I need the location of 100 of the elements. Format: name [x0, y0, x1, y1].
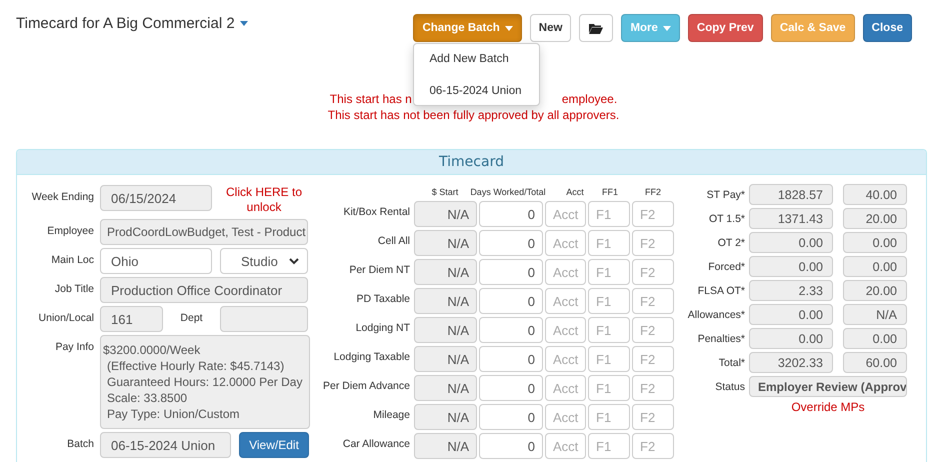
amount-field[interactable]: N/A — [414, 259, 477, 285]
amount-field[interactable]: N/A — [414, 317, 477, 343]
ff2-field[interactable]: F2 — [632, 375, 674, 401]
override-link[interactable]: Override MPs — [791, 400, 865, 414]
amount-field[interactable]: N/A — [414, 201, 477, 227]
caret-icon — [504, 26, 513, 30]
row-label: OT 1.5* — [708, 212, 745, 224]
input-field[interactable]: 06-15-2024 Union — [100, 432, 231, 458]
row-label: Cell All — [376, 234, 410, 247]
account-field[interactable]: Acct — [545, 404, 586, 430]
chevron-down-icon — [289, 258, 299, 264]
toolbar-button[interactable]: New — [530, 14, 572, 42]
input-field[interactable]: Ohio — [100, 248, 212, 274]
ff2-field[interactable]: F2 — [632, 433, 674, 459]
menu-item[interactable]: Add New Batch — [414, 50, 540, 68]
days-field[interactable]: 0 — [479, 433, 543, 459]
days-field[interactable]: 0 — [479, 259, 543, 285]
ff1-field[interactable]: F1 — [588, 375, 630, 401]
account-field[interactable]: Acct — [545, 201, 586, 227]
ff1-field[interactable]: F1 — [588, 288, 630, 314]
account-field[interactable]: Acct — [545, 375, 586, 401]
ff2-field[interactable]: F2 — [632, 230, 674, 256]
amount-field: 0.00 — [749, 304, 833, 325]
days-field[interactable]: 0 — [479, 404, 543, 430]
menu-item[interactable]: 06-15-2024 Union — [414, 82, 540, 100]
input-field[interactable]: Production Office Coordinator — [100, 277, 308, 303]
ff1-field[interactable]: F1 — [588, 201, 630, 227]
days-field[interactable]: 0 — [479, 375, 543, 401]
hours-field: 0.00 — [843, 256, 907, 277]
column-header: Days Worked/Total — [469, 187, 547, 197]
folder-button[interactable] — [579, 14, 614, 42]
ff1-field[interactable]: F1 — [588, 259, 630, 285]
account-field[interactable]: Acct — [545, 346, 586, 372]
ff1-field[interactable]: F1 — [588, 404, 630, 430]
toolbar-button[interactable]: Close — [862, 14, 912, 42]
input-field[interactable]: 161 — [100, 306, 163, 332]
hours-field: 60.00 — [843, 352, 907, 373]
caret-icon — [240, 21, 248, 26]
view-edit-button[interactable]: View/Edit — [239, 432, 309, 458]
ff1-field[interactable]: F1 — [588, 346, 630, 372]
row-label: Per Diem NT — [348, 263, 410, 276]
amount-field[interactable]: N/A — [414, 375, 477, 401]
ff2-field[interactable]: F2 — [632, 201, 674, 227]
unlock-link[interactable]: Click HERE to unlock — [218, 185, 310, 215]
ff1-field[interactable]: F1 — [588, 433, 630, 459]
days-field[interactable]: 0 — [479, 201, 543, 227]
ff2-field[interactable]: F2 — [632, 259, 674, 285]
column-header: FF1 — [600, 187, 619, 197]
hours-field: 20.00 — [843, 280, 907, 301]
date-field[interactable]: 06/15/2024 — [100, 185, 212, 211]
field-label: Batch — [66, 437, 94, 450]
ff2-field[interactable]: F2 — [632, 288, 674, 314]
dept-field[interactable] — [220, 306, 308, 332]
account-field[interactable]: Acct — [545, 317, 586, 343]
days-field[interactable]: 0 — [479, 288, 543, 314]
hours-field: 0.00 — [843, 328, 907, 349]
days-field[interactable]: 0 — [479, 346, 543, 372]
account-field[interactable]: Acct — [545, 230, 586, 256]
toolbar-button[interactable]: Copy Prev — [688, 14, 763, 42]
field-label: Dept — [179, 311, 204, 324]
warning-message: employee. — [562, 91, 618, 107]
column-header: $ Start — [430, 187, 460, 197]
row-label: Per Diem Advance — [322, 379, 410, 392]
row-label: Mileage — [372, 408, 410, 421]
row-label: ST Pay* — [706, 188, 745, 200]
row-label: Lodging Taxable — [332, 350, 410, 363]
amount-field: 1828.57 — [749, 184, 833, 205]
amount-field[interactable]: N/A — [414, 346, 477, 372]
amount-field[interactable]: N/A — [414, 433, 477, 459]
row-label: Penalties* — [696, 332, 745, 344]
amount-field[interactable]: N/A — [414, 404, 477, 430]
amount-field: 0.00 — [749, 256, 833, 277]
days-field[interactable]: 0 — [479, 230, 543, 256]
field-label: Main Loc — [50, 253, 94, 266]
hours-field: 40.00 — [843, 184, 907, 205]
amount-field[interactable]: N/A — [414, 288, 477, 314]
row-label: OT 2* — [716, 236, 745, 248]
row-label: FLSA OT* — [696, 284, 745, 296]
ff1-field[interactable]: F1 — [588, 230, 630, 256]
amount-field: 0.00 — [749, 328, 833, 349]
panel-title: Timecard — [439, 154, 504, 170]
pay-info-box: $3200.0000/Week (Effective Hourly Rate: $45.7143) Guaranteed Hours: 12.0000 Per Day Scale: 33.8500 Pay Type: Union/Custom — [100, 335, 310, 429]
ff2-field[interactable]: F2 — [632, 404, 674, 430]
location-select[interactable]: Studio — [220, 248, 308, 274]
ff2-field[interactable]: F2 — [632, 317, 674, 343]
amount-field: 2.33 — [749, 280, 833, 301]
account-field[interactable]: Acct — [545, 259, 586, 285]
warning-message: This start has not been fully approved by all approvers. — [328, 107, 620, 123]
dropdown-button[interactable]: Change Batch — [413, 14, 522, 42]
ff2-field[interactable]: F2 — [632, 346, 674, 372]
row-label: Allowances* — [686, 308, 745, 320]
amount-field[interactable]: N/A — [414, 230, 477, 256]
input-field[interactable]: ProdCoordLowBudget, Test - Product — [100, 219, 308, 245]
account-field[interactable]: Acct — [545, 288, 586, 314]
ff1-field[interactable]: F1 — [588, 317, 630, 343]
row-label: Kit/Box Rental — [342, 205, 410, 218]
account-field[interactable]: Acct — [545, 433, 586, 459]
caret-icon — [662, 26, 671, 30]
column-header: Acct — [565, 187, 585, 197]
days-field[interactable]: 0 — [479, 317, 543, 343]
